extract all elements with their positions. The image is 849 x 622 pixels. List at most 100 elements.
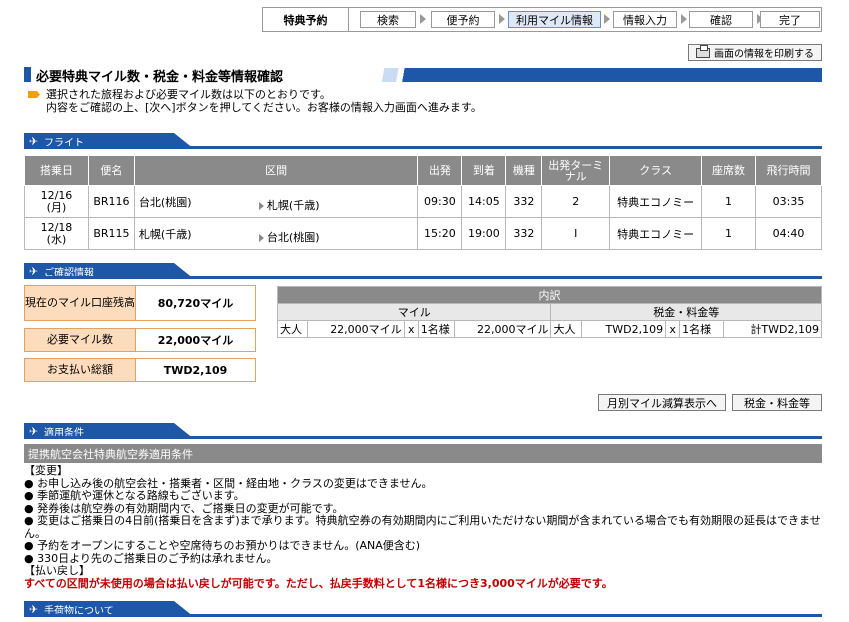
breakdown-tax-pax: 大人 [550,320,582,338]
flight-date: 12/16 (月) [24,185,89,218]
col-class: クラス [609,155,703,186]
departure-terminal: I [541,217,611,250]
conditions-title: 提携航空会社特典航空券適用条件 [24,444,822,463]
col-date: 搭乗日 [24,155,89,186]
required-miles: 必要マイル数 22,000マイル [24,328,256,352]
breakdown-miles-unit: 22,000マイル [307,320,405,338]
confirm-section-header: ✈ ご確認情報 [24,263,822,279]
page-title: 必要特典マイル数・税金・料金等情報確認 [36,70,284,85]
aircraft-type: 332 [505,185,543,218]
condition-item: ● 季節運航や運休となる路線もございます。 [24,489,245,502]
breakdown-tax-unit: TWD2,109 [580,320,667,338]
step-confirm: 確認 [689,11,753,28]
step-arrow-icon [604,14,610,24]
step-info-input: 情報入力 [613,11,677,28]
steps-title: 特典予約 [263,8,349,31]
col-flight: 便名 [87,155,135,186]
step-complete: 完了 [760,11,820,28]
step-mileage-info: 利用マイル情報 [508,11,601,28]
col-route: 区間 [133,155,419,186]
conditions-section-header: ✈ 適用条件 [24,423,822,439]
breakdown-tax-total: 計TWD2,109 [723,320,822,338]
flight-section-header: ✈ フライト [24,133,822,149]
col-departure: 出発 [417,155,463,186]
breakdown-times: x [403,320,419,338]
col-aircraft: 機種 [505,155,543,186]
route-from: 札幌(千歳) [138,227,192,241]
flight-duration: 04:40 [755,217,822,250]
flight-route: 台北(桃園) 札幌(千歳) [133,185,419,218]
flight-duration: 03:35 [755,185,822,218]
mileage-balance-label: 現在のマイル口座残高 [25,286,135,320]
aircraft-type: 332 [505,217,543,250]
booking-steps: 特典予約 検索 便予約 利用マイル情報 情報入力 確認 完了 [262,7,822,32]
step-arrow-icon [420,14,426,24]
change-heading: 【変更】 [24,464,68,477]
required-miles-label: 必要マイル数 [25,329,135,351]
route-to: 札幌(千歳) [266,199,320,212]
breakdown-tax-header: 税金・料金等 [550,303,822,321]
cabin-class: 特典エコノミー [609,217,703,250]
print-button[interactable]: 画面の情報を印刷する [688,44,822,61]
table-row: 大人 22,000マイル x 1名様 22,000マイル 大人 TWD2,109… [276,320,822,338]
breakdown-tax-count: 1名様 [679,320,725,338]
step-arrow-icon [681,14,687,24]
total-payment-label: お支払い総額 [25,359,135,381]
refund-heading: 【払い戻し】 [24,564,90,577]
condition-item: ● 予約をオープンにすることや空席待ちのお預かりはできません。(ANA便含む) [24,539,421,552]
page-heading: 必要特典マイル数・税金・料金等情報確認 [24,66,822,85]
col-duration: 飛行時間 [755,155,822,186]
flight-route: 札幌(千歳) 台北(桃園) [133,217,419,250]
intro-text: 選択された旅程および必要マイル数は以下のとおりです。 内容をご確認の上、[次へ]… [28,88,482,114]
flight-table-header: 搭乗日 便名 区間 出発 到着 機種 出発ターミナル クラス 座席数 飛行時間 [24,155,822,186]
condition-item: ● 変更はご搭乗日の4日前(搭乗日を含まず)まで承ります。特典航空券の有効期間内… [24,514,821,540]
intro-line-1: 選択された旅程および必要マイル数は以下のとおりです。 [46,88,331,101]
departure-time: 15:20 [417,217,463,250]
printer-icon [696,44,710,58]
departure-time: 09:30 [417,185,463,218]
breakdown-tax-times: x [665,320,681,338]
intro-line-2: 内容をご確認の上、[次へ]ボタンを押してください。お客様の情報入力画面へ進みます… [46,101,482,114]
table-row: 12/16 (月) BR116 台北(桃園) 札幌(千歳) 09:30 14:05 … [24,185,822,218]
cabin-class: 特典エコノミー [609,185,703,218]
arrival-time: 14:05 [461,185,507,218]
step-flight-booking: 便予約 [431,11,495,28]
arrow-right-icon [258,234,264,242]
mileage-balance: 現在のマイル口座残高 80,720マイル [24,285,256,321]
seat-count: 1 [701,185,756,218]
route-to: 台北(桃園) [266,231,320,244]
route-from: 台北(桃園) [138,195,192,209]
pencil-icon [28,91,40,98]
mileage-balance-value: 80,720マイル [135,286,255,320]
step-arrow-icon [499,14,505,24]
flight-number: BR116 [87,185,135,218]
breakdown-pax: 大人 [276,320,309,338]
breakdown-miles-total: 22,000マイル [453,320,552,338]
breakdown-count: 1名様 [417,320,455,338]
breakdown-table: 内訳 マイル 税金・料金等 大人 22,000マイル x 1名様 22,000マ… [276,286,822,338]
conditions-text: 【変更】 ● お申し込み後の航空会社・搭乗者・区間・経由地・クラスの変更はできま… [24,464,822,590]
total-payment: お支払い総額 TWD2,109 [24,358,256,382]
flight-table: 搭乗日 便名 区間 出発 到着 機種 出発ターミナル クラス 座席数 飛行時間 … [24,155,822,250]
refund-text: すべての区間が未使用の場合は払い戻しが可能です。ただし、払戻手数料として1名様に… [24,576,613,590]
table-row: 12/18 (水) BR115 札幌(千歳) 台北(桃園) 15:20 19:00 … [24,217,822,250]
print-button-label: 画面の情報を印刷する [714,49,814,60]
condition-item: ● 330日より先のご搭乗日のご予約は承れません。 [24,551,278,565]
arrow-right-icon [258,202,264,210]
col-terminal: 出発ターミナル [541,155,611,186]
flight-number: BR115 [87,217,135,250]
breakdown-miles-header: マイル [276,303,552,321]
baggage-section-header: ✈ 手荷物について [24,601,822,617]
flight-date: 12/18 (水) [24,217,89,250]
tax-fees-button[interactable]: 税金・料金等 [732,394,822,411]
col-arrival: 到着 [461,155,507,186]
departure-terminal: 2 [541,185,611,218]
col-seats: 座席数 [701,155,756,186]
total-payment-value: TWD2,109 [135,359,255,381]
breakdown-title: 内訳 [277,286,822,304]
seat-count: 1 [701,217,756,250]
monthly-mileage-button[interactable]: 月別マイル減算表示へ [598,394,726,411]
arrival-time: 19:00 [461,217,507,250]
step-search: 検索 [360,11,416,28]
required-miles-value: 22,000マイル [135,329,255,351]
